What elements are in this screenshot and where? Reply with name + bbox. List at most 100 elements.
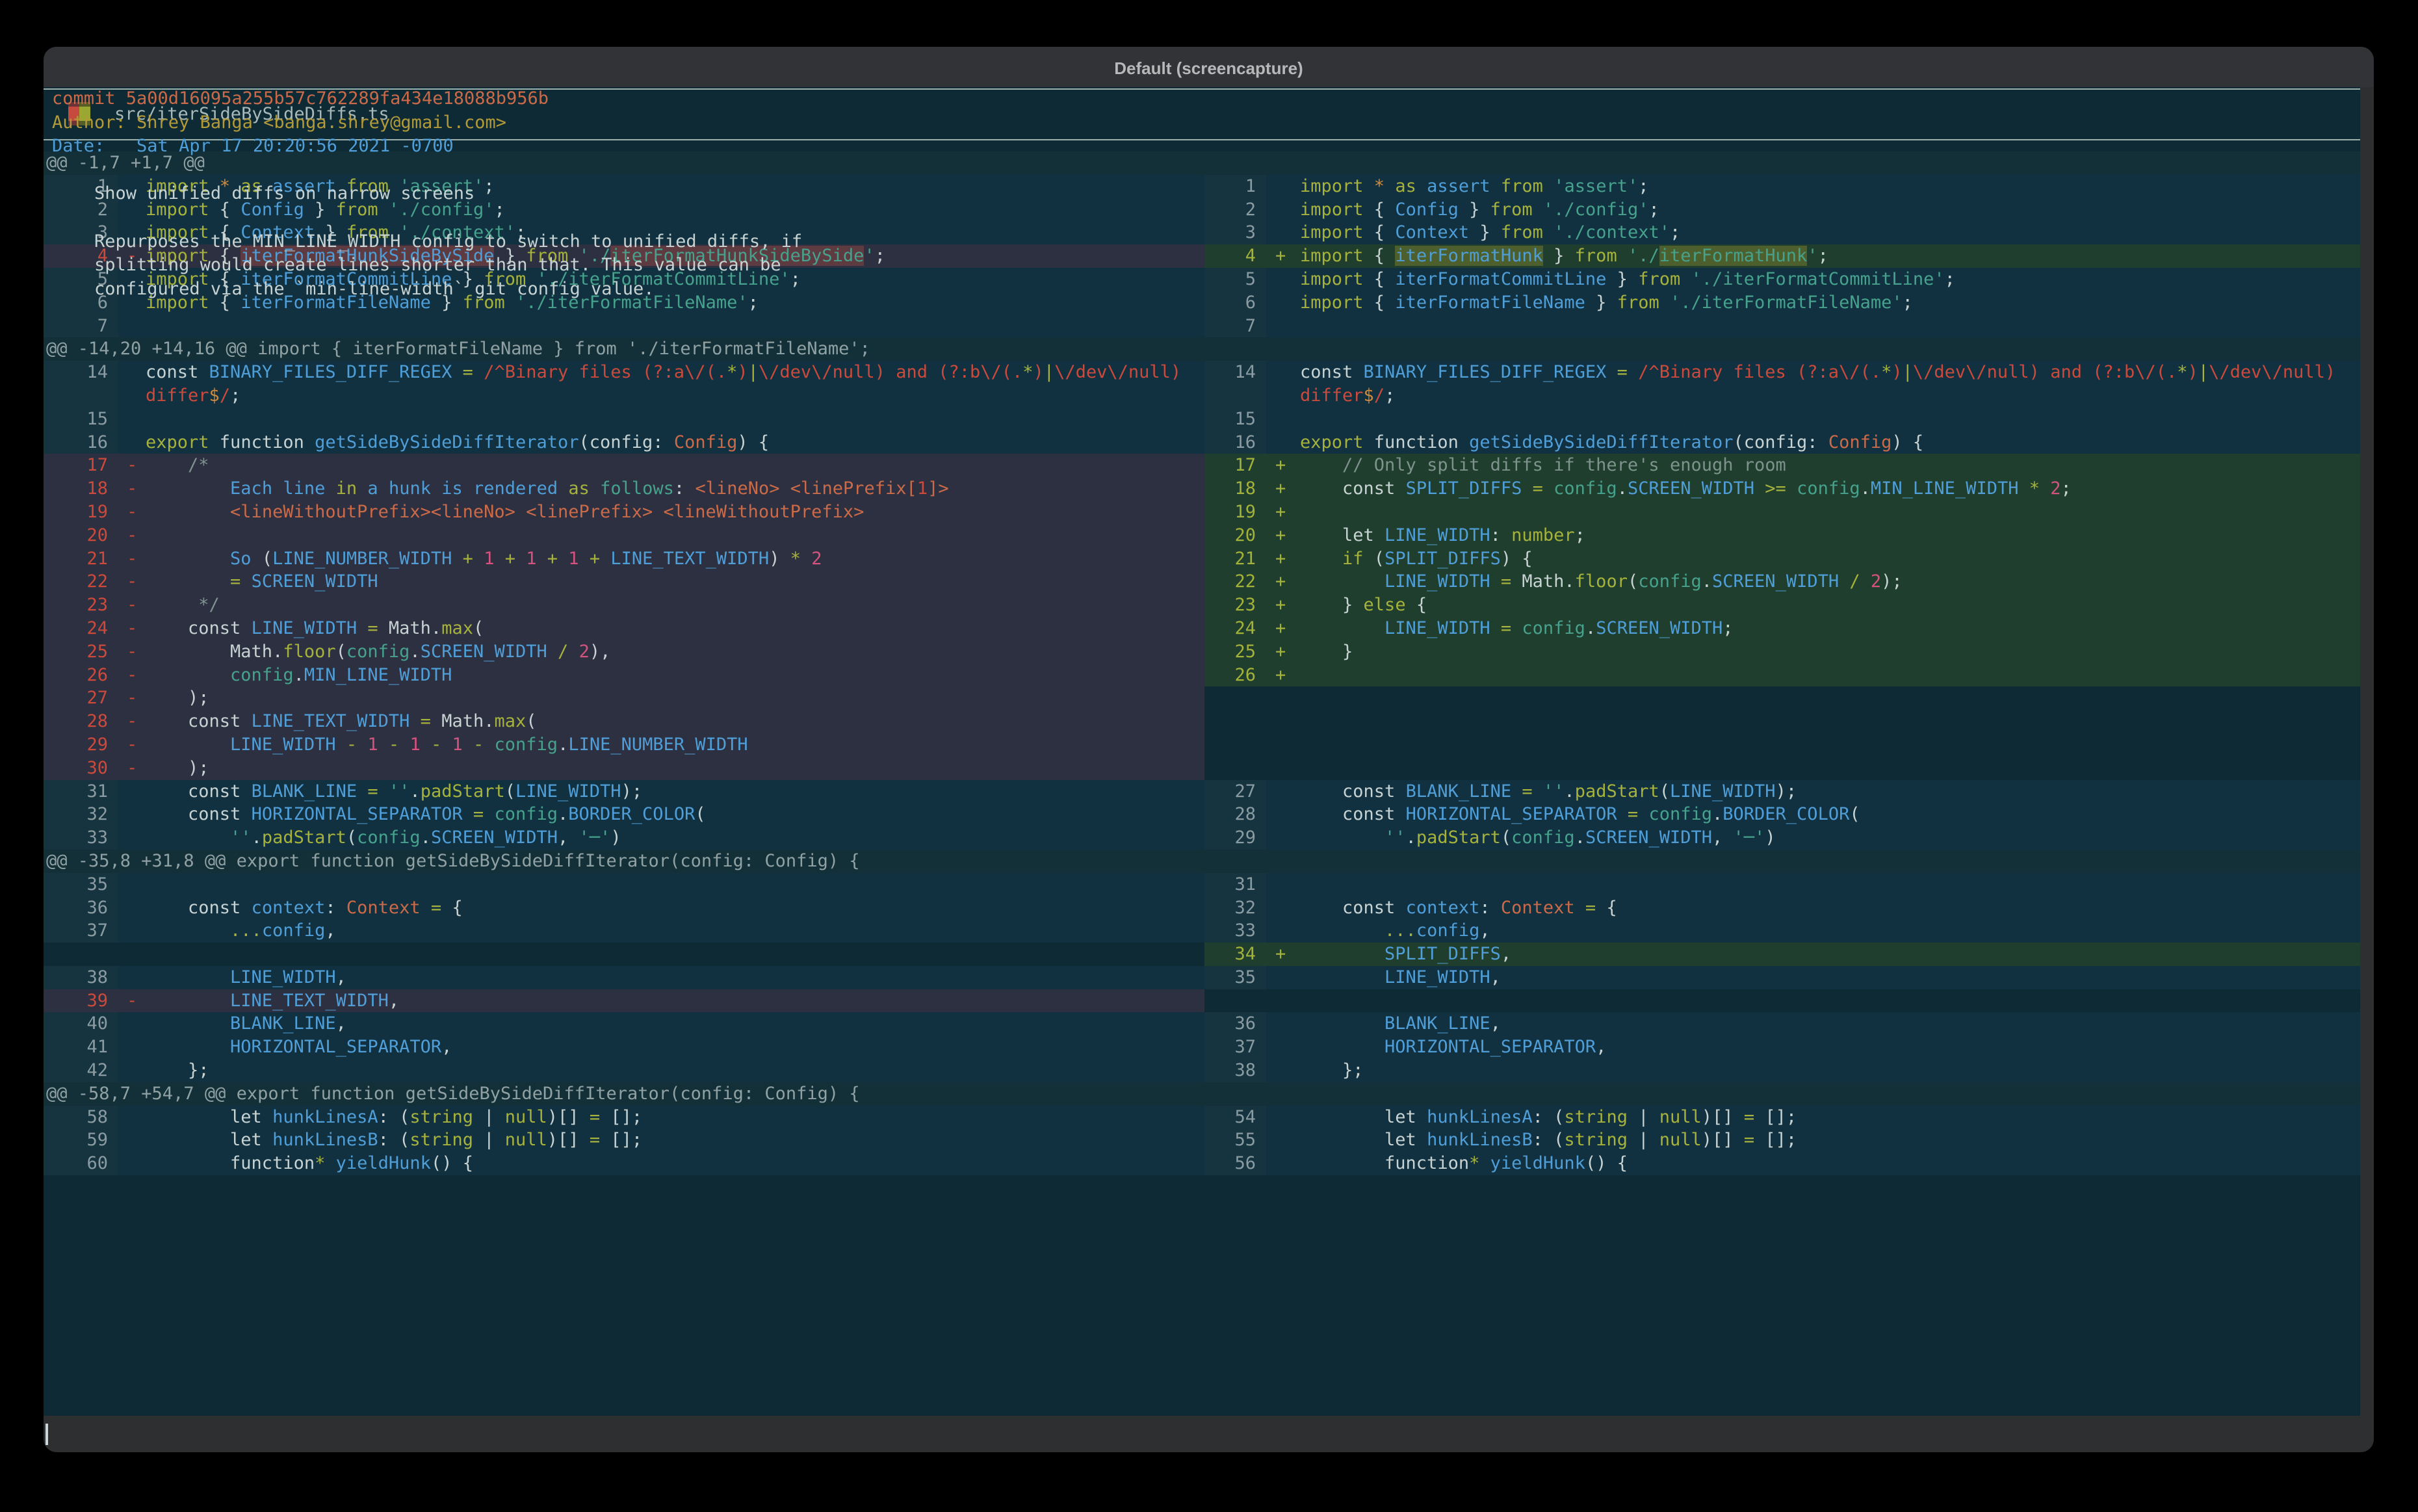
diff-marker: - — [127, 525, 138, 545]
line-number: 17 — [1234, 455, 1256, 476]
line-number: 19 — [1234, 501, 1256, 522]
diff-row: 15 15 — [44, 407, 2360, 431]
code-text: function* yieldHunk() { — [1300, 1152, 2360, 1176]
diff-left-del: 23- */ — [44, 593, 1204, 617]
diff-marker — [1266, 896, 1300, 920]
diff-left-del: 19- <lineWithoutPrefix><lineNo> <linePre… — [44, 500, 1204, 524]
line-number: 58 — [44, 1105, 118, 1129]
diff-left-del: 24- const LINE_WIDTH = Math.max( — [44, 616, 1204, 640]
code-text — [146, 407, 1204, 431]
code-text: LINE_WIDTH - 1 - 1 - 1 - config.LINE_NUM… — [230, 734, 748, 755]
diff-marker — [118, 896, 146, 920]
line-number: 21 — [86, 548, 108, 569]
diff-marker: - — [127, 478, 138, 499]
line-number: 23 — [1234, 595, 1256, 616]
diff-marker — [1266, 1128, 1300, 1153]
line-number: 36 — [1204, 1012, 1266, 1036]
diff-left-ctx: 14 const BINARY_FILES_DIFF_REGEX = /^Bina… — [44, 361, 1204, 384]
diff-left-del: 26- config.MIN_LINE_WIDTH — [44, 663, 1204, 687]
diff-marker: - — [127, 734, 138, 755]
code-text: LINE_WIDTH, — [146, 965, 1204, 989]
diff-row: 24- const LINE_WIDTH = Math.max(24 + LINE… — [44, 616, 2360, 640]
diff-row: 42 }; 38 }; — [44, 1059, 2360, 1082]
code-text: }; — [1300, 1059, 2360, 1082]
line-number: 18 — [1234, 478, 1256, 499]
line-number: 19 — [86, 501, 108, 522]
diff-left-ctx: 33 ''.padStart(config.SCREEN_WIDTH, '─') — [44, 826, 1204, 850]
diff-row: 17- /* 17 + // Only split diffs if there's… — [44, 454, 2360, 478]
diff-row: 39- LINE_TEXT_WIDTH, — [44, 989, 2360, 1013]
code-text: So (LINE_NUMBER_WIDTH + 1 + 1 + 1 + LINE… — [230, 548, 822, 569]
diff-row: 41 HORIZONTAL_SEPARATOR, 37 HORIZONTAL_SE… — [44, 1036, 2360, 1060]
line-number: 25 — [86, 641, 108, 662]
line-number: 40 — [44, 1012, 118, 1036]
diff-marker — [1266, 407, 1300, 431]
code-text: if (SPLIT_DIFFS) { — [1342, 548, 1533, 569]
diff-marker: + — [1275, 525, 1286, 545]
diff-marker: + — [1275, 478, 1286, 499]
diff-right-ctx: 55 let hunkLinesB: (string | null)[] = [… — [1204, 1128, 2360, 1153]
line-number: 37 — [44, 919, 118, 943]
line-number: 15 — [1204, 407, 1266, 431]
code-text: } — [1300, 641, 1353, 662]
line-number: 31 — [1204, 872, 1266, 896]
diff-row: 28- const LINE_TEXT_WIDTH = Math.max( — [44, 710, 2360, 733]
diff-marker — [118, 872, 146, 896]
diff-row: 14 const BINARY_FILES_DIFF_REGEX = /^Bina… — [44, 361, 2360, 384]
diff-row: 29- LINE_WIDTH - 1 - 1 - 1 - config.LINE… — [44, 733, 2360, 757]
diff-marker — [118, 965, 146, 989]
line-number: 24 — [1234, 618, 1256, 638]
hunk-header: @@ -35,8 +31,8 @@ export function getSid… — [44, 849, 2360, 873]
diff-right-ctx: 33 ...config, — [1204, 919, 2360, 943]
line-number: 29 — [1204, 826, 1266, 850]
code-text: }; — [146, 1059, 1204, 1082]
diff-marker — [1266, 872, 1300, 896]
diff-right-add: 25 + } — [1204, 640, 2360, 664]
code-text: const LINE_TEXT_WIDTH = Math.max( — [146, 711, 537, 732]
diff-marker — [118, 803, 146, 827]
line-number: 55 — [1204, 1128, 1266, 1153]
diff-right-add: 26 + — [1204, 663, 2360, 687]
commit-line: Author: Shrey Banga <banga.shrey@gmail.c… — [52, 112, 506, 133]
diff-left-ctx: 15 — [44, 407, 1204, 431]
titlebar[interactable]: Default (screencapture) — [44, 47, 2374, 114]
code-text: let hunkLinesB: (string | null)[] = []; — [1300, 1128, 2360, 1153]
diff-row: 40 BLANK_LINE, 36 BLANK_LINE, — [44, 1012, 2360, 1036]
scrollbar-track — [2360, 87, 2374, 1452]
diff-right-ctx: differ$/; — [1204, 384, 2360, 408]
code-text: const context: Context = { — [1300, 896, 2360, 920]
line-number: 27 — [1204, 779, 1266, 803]
diff-right-add: 34 + SPLIT_DIFFS, — [1204, 943, 2360, 966]
code-text: LINE_WIDTH = Math.floor(config.SCREEN_WI… — [1384, 571, 1903, 592]
code-text: /* — [146, 455, 209, 476]
diff-right-fil — [1204, 686, 2360, 710]
diff-marker: - — [127, 757, 138, 778]
code-text: const BINARY_FILES_DIFF_REGEX = /^Binary… — [146, 361, 1204, 384]
diff-marker — [118, 430, 146, 454]
diff-left-ctx: 38 LINE_WIDTH, — [44, 965, 1204, 989]
diff-marker — [1266, 803, 1300, 827]
diff-right-ctx: 36 BLANK_LINE, — [1204, 1012, 2360, 1036]
code-text: const HORIZONTAL_SEPARATOR = config.BORD… — [1300, 803, 2360, 827]
diff-marker: + — [1275, 595, 1286, 616]
diff-marker: - — [127, 571, 138, 592]
line-number: 16 — [1204, 430, 1266, 454]
diff-left-fil — [44, 943, 1204, 966]
diff-right-ctx: 28 const HORIZONTAL_SEPARATOR = config.B… — [1204, 803, 2360, 827]
diff-row: 25- Math.floor(config.SCREEN_WIDTH / 2),… — [44, 640, 2360, 664]
code-text: ); — [146, 757, 209, 778]
diff-row: 36 const context: Context = {32 const co… — [44, 896, 2360, 920]
line-number: 39 — [86, 990, 108, 1011]
diff-right-ctx: 29 ''.padStart(config.SCREEN_WIDTH, '─') — [1204, 826, 2360, 850]
commit-line: commit 5a00d16095a255b57c762289fa434e180… — [52, 88, 549, 109]
commit-line — [44, 206, 2360, 230]
code-text: LINE_TEXT_WIDTH, — [230, 990, 400, 1011]
code-text: const HORIZONTAL_SEPARATOR = config.BORD… — [146, 803, 1204, 827]
diff-right-ctx: 38 }; — [1204, 1059, 2360, 1082]
code-text: BLANK_LINE, — [1300, 1012, 2360, 1036]
diff-right-add: 19 + — [1204, 500, 2360, 524]
terminal-cursor — [46, 1424, 48, 1445]
line-number: 60 — [44, 1152, 118, 1176]
